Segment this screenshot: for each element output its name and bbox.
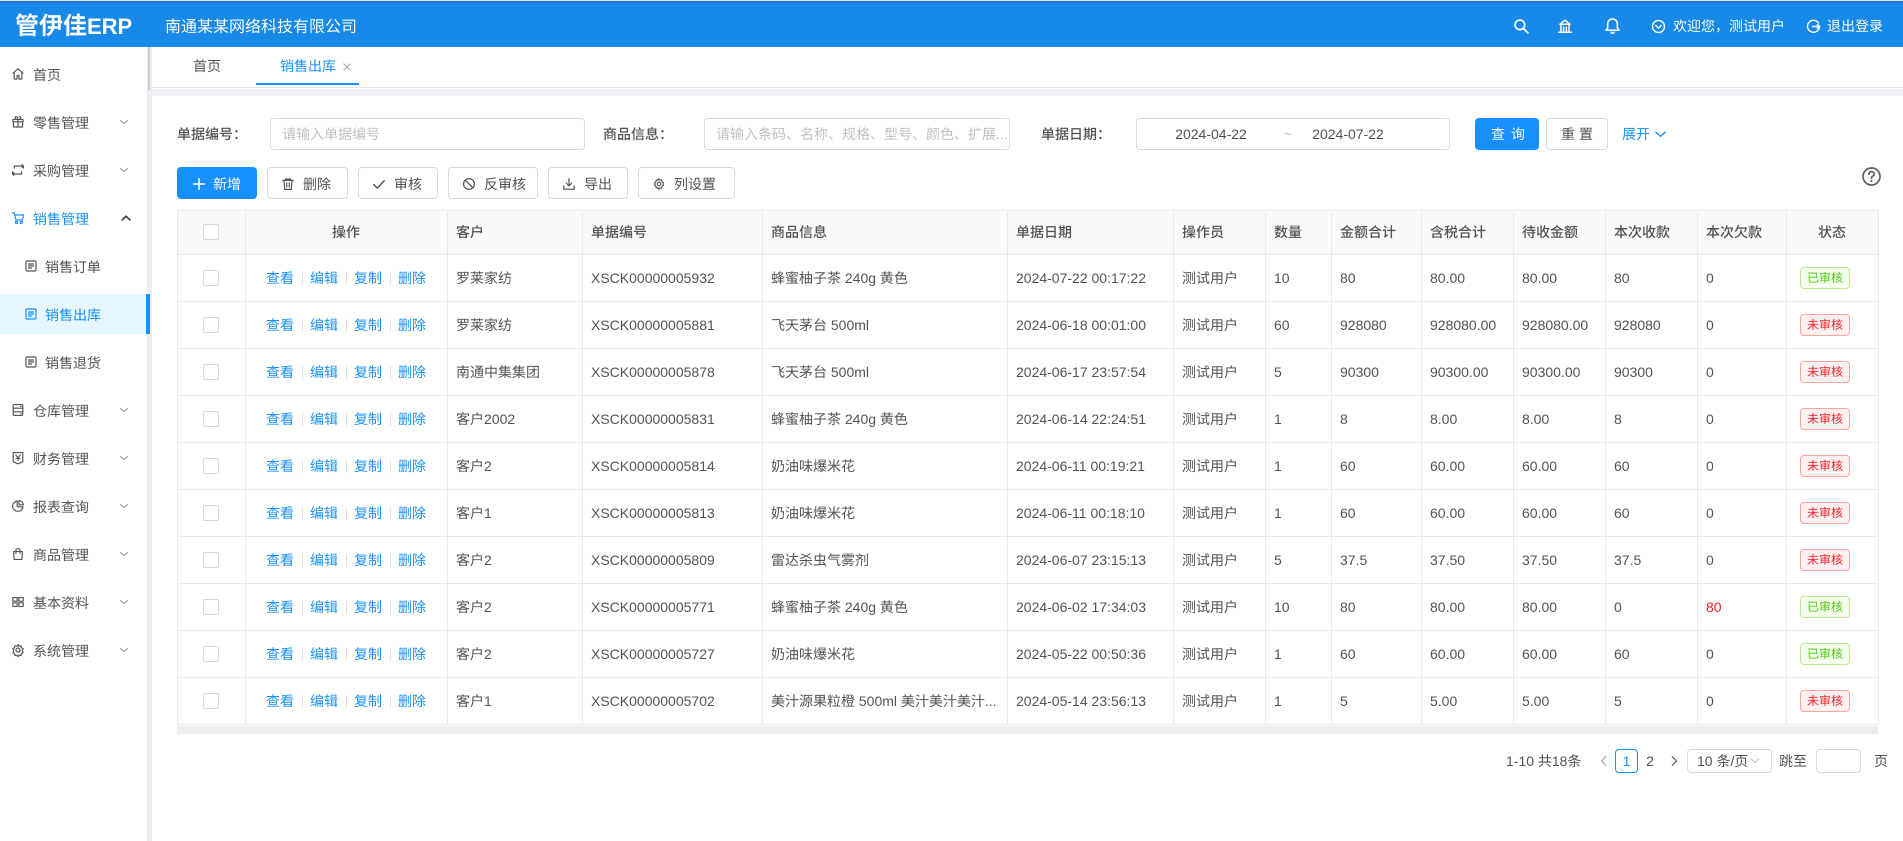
svg-text:18: 18 (1552, 753, 1568, 769)
svg-text:1: 1 (484, 505, 492, 521)
svg-text:/: / (1730, 753, 1734, 769)
svg-text:2: 2 (484, 552, 492, 568)
svg-text:10: 10 (1697, 753, 1713, 769)
svg-text:2: 2 (484, 646, 492, 662)
svg-text:240g: 240g (845, 411, 876, 427)
svg-text:240g: 240g (845, 599, 876, 615)
svg-text:240g: 240g (845, 270, 876, 286)
svg-text:...: ... (996, 126, 1008, 142)
svg-text:...: ... (985, 693, 997, 709)
svg-text:1: 1 (484, 693, 492, 709)
svg-text:1-10: 1-10 (1506, 753, 1534, 769)
svg-text:2: 2 (484, 458, 492, 474)
svg-text:500ml: 500ml (831, 364, 869, 380)
svg-text:500ml: 500ml (859, 693, 897, 709)
svg-text:500ml: 500ml (831, 317, 869, 333)
svg-text:2: 2 (484, 599, 492, 615)
svg-text:2002: 2002 (484, 411, 515, 427)
